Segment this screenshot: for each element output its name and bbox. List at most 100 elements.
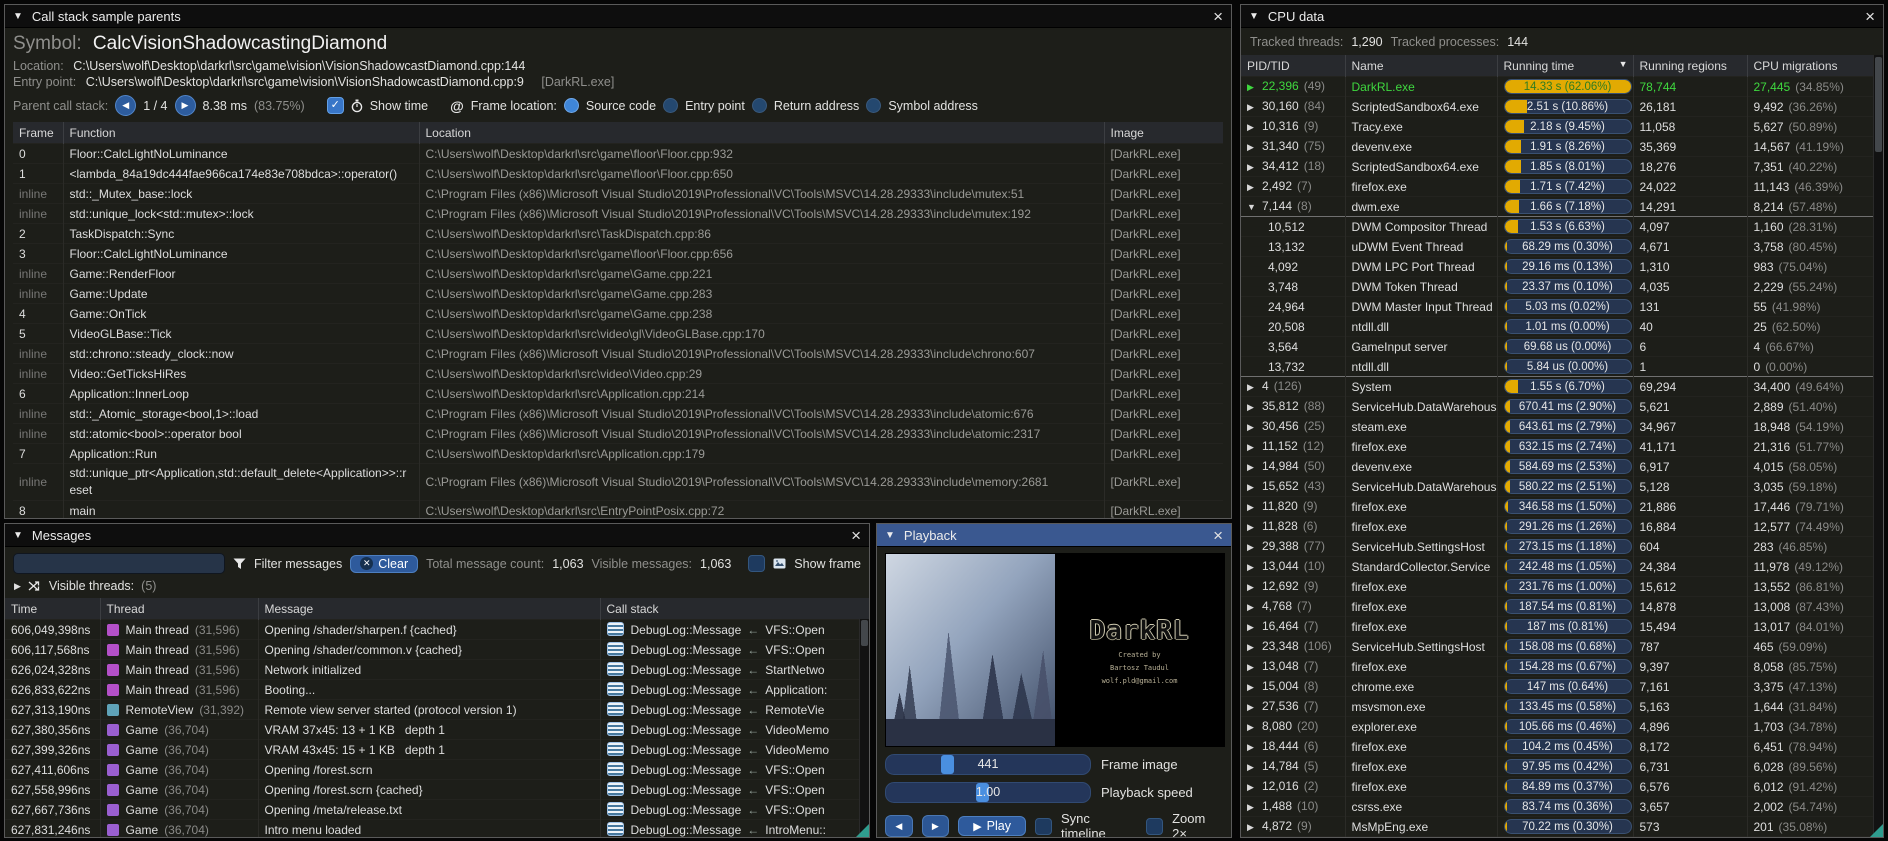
cpu-row[interactable]: 10,512DWM Compositor Thread1.53 s (6.63%… [1241, 217, 1883, 237]
col-location[interactable]: Location [419, 122, 1104, 144]
expand-icon[interactable]: ▶ [1247, 158, 1262, 176]
cpu-row[interactable]: ▶12,692(9)firefox.exe231.76 ms (1.00%)15… [1241, 577, 1883, 597]
callstack-list-icon[interactable] [607, 802, 624, 816]
expand-icon[interactable]: ▶ [1247, 78, 1262, 96]
step-back-button[interactable]: ◀ [885, 815, 913, 837]
expand-icon[interactable]: ▶ [1247, 618, 1262, 636]
callstack-row[interactable]: inlinestd::chrono::steady_clock::nowC:\P… [13, 344, 1223, 364]
message-row[interactable]: 627,667,736nsGame(36,704)Opening /meta/r… [5, 800, 869, 820]
cpu-row[interactable]: 13,132uDWM Event Thread68.29 ms (0.30%)4… [1241, 237, 1883, 257]
callstack-row[interactable]: inlinestd::_Atomic_storage<bool,1>::load… [13, 404, 1223, 424]
message-row[interactable]: 627,558,996nsGame(36,704)Opening /forest… [5, 780, 869, 800]
callstack-cell[interactable]: DebugLog::Message←VFS::Open [600, 760, 869, 780]
cpu-row[interactable]: ▶4,872(9)MsMpEng.exe70.22 ms (0.30%)5732… [1241, 817, 1883, 837]
cpu-row[interactable]: ▶35,812(88)ServiceHub.DataWarehouse670.4… [1241, 397, 1883, 417]
cpu-row[interactable]: ▶15,004(8)chrome.exe147 ms (0.64%)7,1613… [1241, 677, 1883, 697]
cpu-row[interactable]: 3,748DWM Token Thread23.37 ms (0.10%)4,0… [1241, 277, 1883, 297]
callstack-cell[interactable]: DebugLog::Message←VFS::Open [600, 800, 869, 820]
messages-scrollbar-thumb[interactable] [861, 620, 868, 646]
close-icon[interactable]: × [851, 527, 861, 544]
expand-icon[interactable]: ▶ [1247, 118, 1262, 136]
cpu-row[interactable]: ▶2,492(7)firefox.exe1.71 s (7.42%)24,022… [1241, 177, 1883, 197]
message-row[interactable]: 627,313,190nsRemoteView(31,392)Remote vi… [5, 700, 869, 720]
expand-icon[interactable]: ▶ [1247, 538, 1262, 556]
radio-source-code-label[interactable]: Source code [586, 99, 656, 113]
cpu-row[interactable]: ▶11,828(6)firefox.exe291.26 ms (1.26%)16… [1241, 517, 1883, 537]
col-cpu-migrations[interactable]: CPU migrations [1747, 55, 1883, 77]
frame-slider[interactable]: 441 [885, 754, 1091, 775]
callstack-cell[interactable]: DebugLog::Message←Application: [600, 680, 869, 700]
cpu-scrollbar[interactable] [1873, 55, 1883, 837]
sync-timeline-checkbox[interactable] [1035, 818, 1052, 835]
callstack-cell[interactable]: DebugLog::Message←RemoteVie [600, 700, 869, 720]
radio-entry-point-label[interactable]: Entry point [685, 99, 745, 113]
callstack-cell[interactable]: DebugLog::Message←VFS::Open [600, 640, 869, 660]
zoom-2x-checkbox[interactable] [1146, 818, 1163, 835]
callstack-list-icon[interactable] [607, 642, 624, 656]
callstack-cell[interactable]: DebugLog::Message←VideoMemo [600, 740, 869, 760]
expand-icon[interactable]: ▶ [1247, 378, 1262, 396]
entry-point-value[interactable]: C:\Users\wolf\Desktop\darkrl\src\game\vi… [86, 75, 524, 89]
cpu-row[interactable]: ▶27,696(17)Microsoft.ServiceHub.Co48.06 … [1241, 837, 1883, 838]
expand-icon[interactable]: ▶ [1247, 678, 1262, 696]
expand-icon[interactable]: ▶ [1247, 738, 1262, 756]
cpu-row[interactable]: 3,564GameInput server69.68 us (0.00%)64(… [1241, 337, 1883, 357]
callstack-list-icon[interactable] [607, 822, 624, 836]
callstack-cell[interactable]: DebugLog::Message←StartNetwo [600, 660, 869, 680]
callstack-row[interactable]: 7Application::RunC:\Users\wolf\Desktop\d… [13, 444, 1223, 464]
zoom-2x-label[interactable]: Zoom 2× [1172, 811, 1223, 837]
expand-icon[interactable]: ▶ [1247, 458, 1262, 476]
expand-icon[interactable]: ▶ [1247, 138, 1262, 156]
close-icon[interactable]: × [1213, 527, 1223, 544]
callstack-list-icon[interactable] [607, 782, 624, 796]
callstack-row[interactable]: 0Floor::CalcLightNoLuminanceC:\Users\wol… [13, 144, 1223, 164]
collapse-icon[interactable]: ▼ [885, 530, 895, 541]
cpu-row[interactable]: ▶18,444(6)firefox.exe104.2 ms (0.45%)8,1… [1241, 737, 1883, 757]
show-time-label[interactable]: Show time [370, 99, 428, 113]
close-icon[interactable]: × [1865, 8, 1875, 25]
col-running-time[interactable]: Running time▼ [1497, 55, 1633, 77]
show-frame-label[interactable]: Show frame [794, 557, 861, 571]
callstack-list-icon[interactable] [607, 662, 624, 676]
callstack-cell[interactable]: DebugLog::Message←VideoMemo [600, 720, 869, 740]
radio-source-code[interactable] [564, 98, 579, 113]
sync-timeline-label[interactable]: Sync timeline [1061, 811, 1137, 837]
cpu-row[interactable]: ▶27,536(7)msvsmon.exe133.45 ms (0.58%)5,… [1241, 697, 1883, 717]
callstack-list-icon[interactable] [607, 742, 624, 756]
col-pid-tid[interactable]: PID/TID [1241, 55, 1345, 77]
expand-icon[interactable]: ▶ [1247, 98, 1262, 116]
step-forward-button[interactable]: ▶ [922, 815, 950, 837]
col-thread[interactable]: Thread [100, 598, 258, 620]
cpu-row[interactable]: ▶4(126)System1.55 s (6.70%)69,29434,400(… [1241, 377, 1883, 397]
expand-icon[interactable]: ▶ [1247, 638, 1262, 656]
expand-icon[interactable]: ▶ [1247, 558, 1262, 576]
filter-input[interactable] [13, 553, 225, 574]
play-button[interactable]: ▶ Play [958, 816, 1026, 836]
collapse-icon[interactable]: ▼ [13, 530, 23, 541]
expand-icon[interactable]: ▶ [1247, 778, 1262, 796]
expand-icon[interactable]: ▶ [1247, 758, 1262, 776]
expand-icon[interactable]: ▶ [1247, 418, 1262, 436]
expand-icon[interactable]: ▶ [1247, 818, 1262, 836]
callstack-list-icon[interactable] [607, 622, 624, 636]
callstack-row[interactable]: inlinestd::unique_ptr<Application,std::d… [13, 464, 1223, 501]
callstack-row[interactable]: 1<lambda_84a19dc444fae966ca174e83e708bdc… [13, 164, 1223, 184]
callstack-list-icon[interactable] [607, 722, 624, 736]
resize-grip[interactable] [1870, 824, 1883, 837]
expand-icon[interactable]: ▶ [1247, 718, 1262, 736]
cpu-row[interactable]: ▼7,144(8)dwm.exe1.66 s (7.18%)14,2918,21… [1241, 197, 1883, 217]
col-frame[interactable]: Frame [13, 122, 63, 144]
col-name[interactable]: Name [1345, 55, 1497, 77]
expand-icon[interactable]: ▶ [1247, 578, 1262, 596]
message-row[interactable]: 606,117,568nsMain thread(31,596)Opening … [5, 640, 869, 660]
callstack-row[interactable]: 6Application::InnerLoopC:\Users\wolf\Des… [13, 384, 1223, 404]
callstack-row[interactable]: inlinestd::atomic<bool>::operator boolC:… [13, 424, 1223, 444]
visible-threads-row[interactable]: ▶ Visible threads: (5) [5, 579, 869, 598]
collapse-icon[interactable]: ▼ [1247, 198, 1262, 216]
expand-icon[interactable]: ▶ [1247, 698, 1262, 716]
expand-icon[interactable]: ▶ [1247, 438, 1262, 456]
cpu-row[interactable]: ▶14,784(5)firefox.exe97.95 ms (0.42%)6,7… [1241, 757, 1883, 777]
cpu-row[interactable]: ▶8,080(20)explorer.exe105.66 ms (0.46%)4… [1241, 717, 1883, 737]
radio-return-address-label[interactable]: Return address [774, 99, 859, 113]
message-row[interactable]: 627,399,326nsGame(36,704)VRAM 43x45: 15 … [5, 740, 869, 760]
